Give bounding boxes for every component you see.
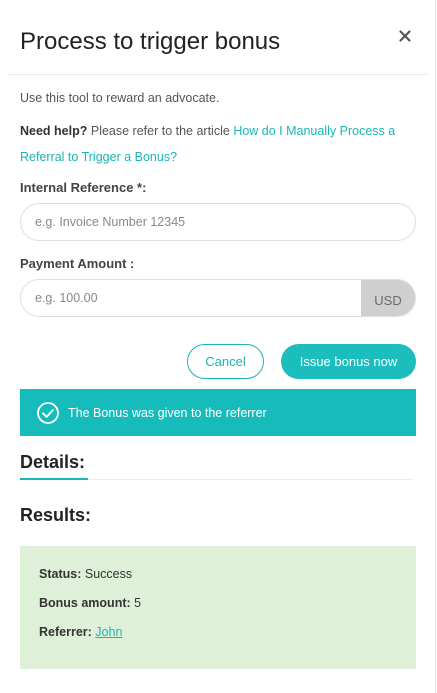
internal-reference-input[interactable] (20, 203, 416, 241)
details-heading: Details: (20, 452, 86, 472)
payment-amount-label: Payment Amount : (20, 256, 135, 271)
cancel-button[interactable]: Cancel (187, 344, 264, 379)
results-heading: Results: (20, 505, 92, 525)
close-icon (399, 30, 411, 42)
referrer-link[interactable]: John (95, 625, 122, 639)
bonus-amount-label: Bonus amount: (39, 596, 131, 610)
intro-text: Use this tool to reward an advocate. (20, 91, 220, 105)
details-divider (88, 479, 414, 480)
check-circle-icon (37, 401, 59, 424)
header-divider (8, 74, 427, 75)
result-status: Status: Success (39, 567, 132, 581)
internal-reference-label: Internal Reference *: (20, 180, 147, 195)
status-label: Status: (39, 567, 82, 581)
payment-amount-input[interactable] (21, 280, 361, 316)
payment-amount-group: USD (20, 279, 416, 317)
currency-addon: USD (361, 280, 415, 316)
help-text: Need help? Please refer to the article H… (20, 118, 420, 170)
issue-bonus-button[interactable]: Issue bonus now (281, 344, 416, 379)
details-underline (20, 478, 88, 480)
results-panel: Status: Success Bonus amount: 5 Referrer… (20, 546, 416, 669)
result-referrer: Referrer: John (39, 625, 122, 639)
help-label: Need help? (20, 124, 88, 138)
help-description: Please refer to the article (90, 124, 230, 138)
bonus-amount-value: 5 (134, 596, 142, 610)
result-bonus-amount: Bonus amount: 5 (39, 596, 141, 610)
referrer-label: Referrer: (39, 625, 92, 639)
close-button[interactable] (397, 28, 413, 44)
modal-title: Process to trigger bonus (20, 28, 281, 55)
status-value: Success (84, 567, 133, 581)
success-banner: The Bonus was given to the referrer (20, 389, 416, 436)
process-bonus-modal: Process to trigger bonus Use this tool t… (0, 0, 436, 693)
success-message: The Bonus was given to the referrer (68, 405, 267, 420)
